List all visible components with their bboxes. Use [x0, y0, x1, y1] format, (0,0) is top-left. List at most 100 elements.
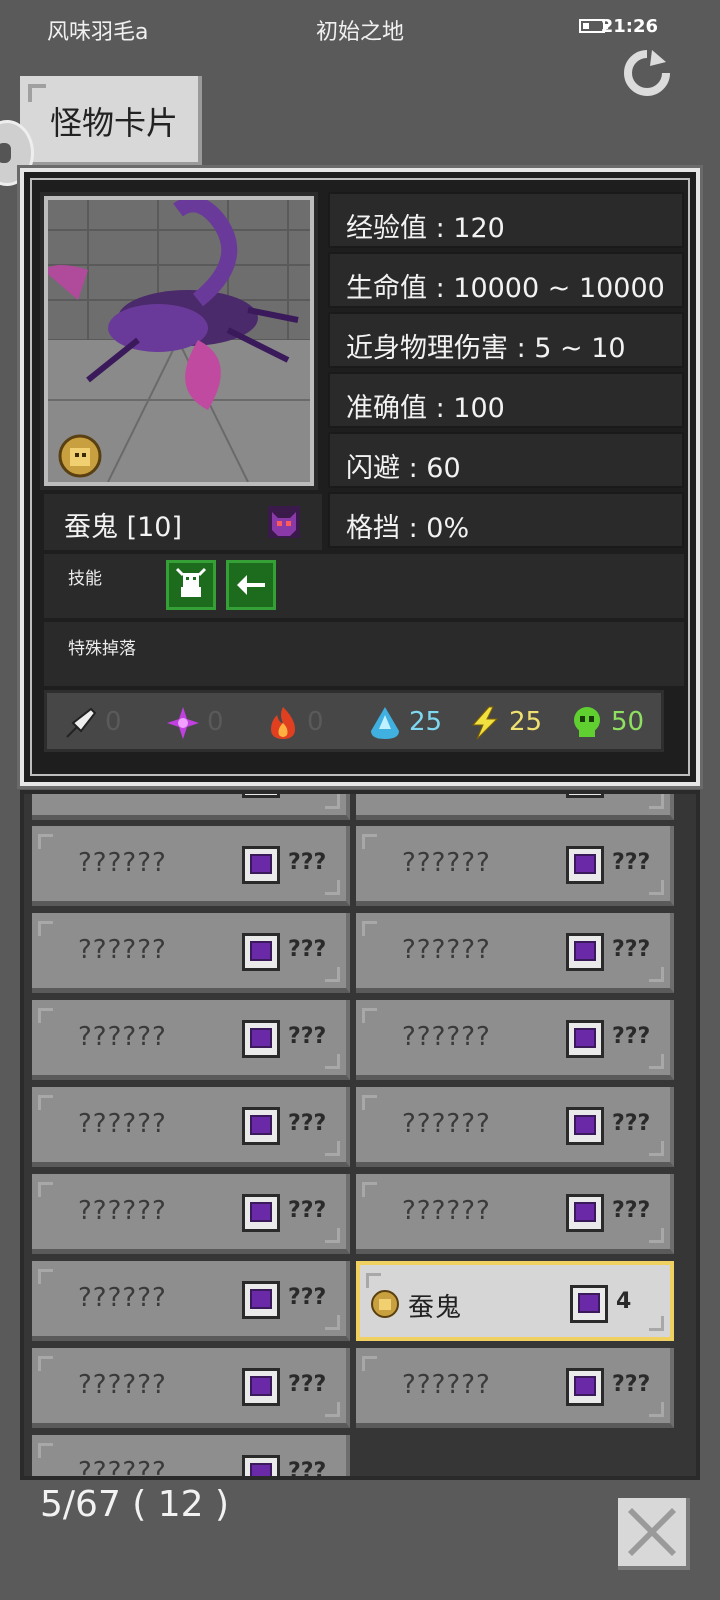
clock: 21:26 [600, 16, 658, 37]
item-corner-decoration [366, 1273, 381, 1288]
monster-card-icon [566, 846, 604, 884]
stat-hp-text: 生命值 : 10000 ~ 10000 [346, 273, 665, 304]
item-corner-decoration [38, 1356, 53, 1371]
list-item[interactable]: ????????? [356, 1000, 674, 1080]
poison-resist-value: 50 [611, 707, 645, 737]
list-item[interactable]: ????????? [32, 1087, 350, 1167]
special-drops-row: 特殊掉落 [44, 622, 684, 686]
list-item[interactable]: ????????? [356, 1174, 674, 1254]
item-corner-decoration [649, 794, 664, 809]
list-item[interactable]: ????????? [32, 826, 350, 906]
monster-name: 蚕鬼 [10] [64, 512, 183, 543]
item-count: ??? [288, 937, 327, 962]
item-name: ?????? [78, 1283, 167, 1313]
item-corner-decoration [362, 1095, 377, 1110]
rank-emblem-icon [371, 1290, 399, 1318]
demon-skill-icon[interactable] [166, 560, 216, 610]
list-item[interactable]: ????????? [32, 1348, 350, 1428]
stat-dodge: 闪避 : 60 [328, 432, 684, 488]
lightning-resist-icon [471, 706, 499, 740]
item-name: ?????? [78, 848, 167, 878]
stat-hp: 生命值 : 10000 ~ 10000 [328, 252, 684, 308]
item-count: ??? [288, 1372, 327, 1397]
item-name: ?????? [402, 848, 491, 878]
monster-card-icon [242, 1281, 280, 1319]
item-corner-decoration [38, 1008, 53, 1023]
arrow-skill-icon[interactable] [226, 560, 276, 610]
item-count: ??? [288, 1459, 327, 1480]
stat-melee-damage-text: 近身物理伤害 : 5 ~ 10 [346, 333, 626, 364]
item-count: ??? [288, 850, 327, 875]
item-corner-decoration [362, 1008, 377, 1023]
fire-resist-value: 0 [307, 707, 324, 737]
item-name: ?????? [78, 1457, 167, 1480]
stat-experience-text: 经验值 : 120 [346, 213, 505, 244]
item-corner-decoration [38, 921, 53, 936]
magic-resist-icon [167, 707, 199, 739]
skills-label: 技能 [68, 569, 102, 589]
item-name: ?????? [402, 1022, 491, 1052]
stat-accuracy: 准确值 : 100 [328, 372, 684, 428]
item-corner-decoration [362, 921, 377, 936]
monster-card-icon [242, 794, 280, 798]
monster-card-icon [566, 1107, 604, 1145]
special-drops-label: 特殊掉落 [68, 639, 136, 659]
item-corner-decoration [38, 1443, 53, 1458]
item-corner-decoration [38, 834, 53, 849]
item-corner-decoration [325, 967, 340, 982]
list-item[interactable]: ????????? [356, 1087, 674, 1167]
item-corner-decoration [325, 1402, 340, 1417]
list-item-selected[interactable]: 蚕鬼 4 [356, 1261, 674, 1341]
physical-resist-value: 0 [105, 707, 122, 737]
magic-resist-value: 0 [207, 707, 224, 737]
item-corner-decoration [649, 1228, 664, 1243]
close-button[interactable] [618, 1498, 690, 1570]
list-item[interactable]: ????????? [32, 1435, 350, 1480]
item-corner-decoration [362, 1356, 377, 1371]
list-item[interactable]: ????????? [356, 1348, 674, 1428]
item-name: ?????? [78, 1109, 167, 1139]
stat-melee-damage: 近身物理伤害 : 5 ~ 10 [328, 312, 684, 368]
demon-skill-glyph [175, 567, 207, 597]
monster-card-icon [242, 1194, 280, 1232]
refresh-icon[interactable] [622, 48, 672, 98]
monster-card-detail: 经验值 : 120 生命值 : 10000 ~ 10000 近身物理伤害 : 5… [17, 165, 703, 789]
stat-block: 格挡 : 0% [328, 492, 684, 548]
rank-emblem-icon [58, 434, 102, 478]
item-name: ?????? [402, 1370, 491, 1400]
monster-card-icon [242, 846, 280, 884]
item-count: ??? [288, 1198, 327, 1223]
list-item[interactable]: ????????? [32, 1261, 350, 1341]
collection-count: 5/67 ( 12 ) [40, 1484, 230, 1525]
list-item[interactable]: ????????? [32, 1174, 350, 1254]
item-corner-decoration [649, 880, 664, 895]
list-item[interactable]: ????????? [356, 826, 674, 906]
item-corner-decoration [649, 1316, 664, 1331]
monster-card-icon [566, 933, 604, 971]
list-item[interactable]: ????????? [356, 913, 674, 993]
item-count: ??? [612, 1111, 651, 1136]
arrow-skill-glyph [237, 575, 265, 595]
monster-card-icon [566, 794, 604, 798]
item-corner-decoration [325, 1141, 340, 1156]
list-item-partial[interactable] [32, 794, 350, 820]
monster-card-list[interactable]: ????????????????????????????????????????… [20, 790, 700, 1480]
list-item[interactable]: ????????? [32, 913, 350, 993]
tab-label: 怪物卡片 [50, 104, 179, 142]
item-name: ?????? [78, 935, 167, 965]
list-item[interactable]: ????????? [32, 1000, 350, 1080]
item-corner-decoration [362, 834, 377, 849]
monster-card-icon [242, 1455, 280, 1476]
close-icon [628, 1508, 676, 1556]
item-count: 4 [616, 1289, 632, 1314]
tab-monster-cards[interactable]: 怪物卡片 [20, 76, 202, 166]
item-name: 蚕鬼 [408, 1293, 463, 1323]
item-name: ?????? [78, 1196, 167, 1226]
item-corner-decoration [649, 967, 664, 982]
list-item-partial[interactable] [356, 794, 674, 820]
item-name: ?????? [78, 1022, 167, 1052]
monster-card-icon [570, 1285, 608, 1323]
item-count: ??? [288, 1285, 327, 1310]
monster-card-icon [242, 1020, 280, 1058]
status-bar: 风味羽毛a 初始之地 21:26 [0, 0, 720, 56]
